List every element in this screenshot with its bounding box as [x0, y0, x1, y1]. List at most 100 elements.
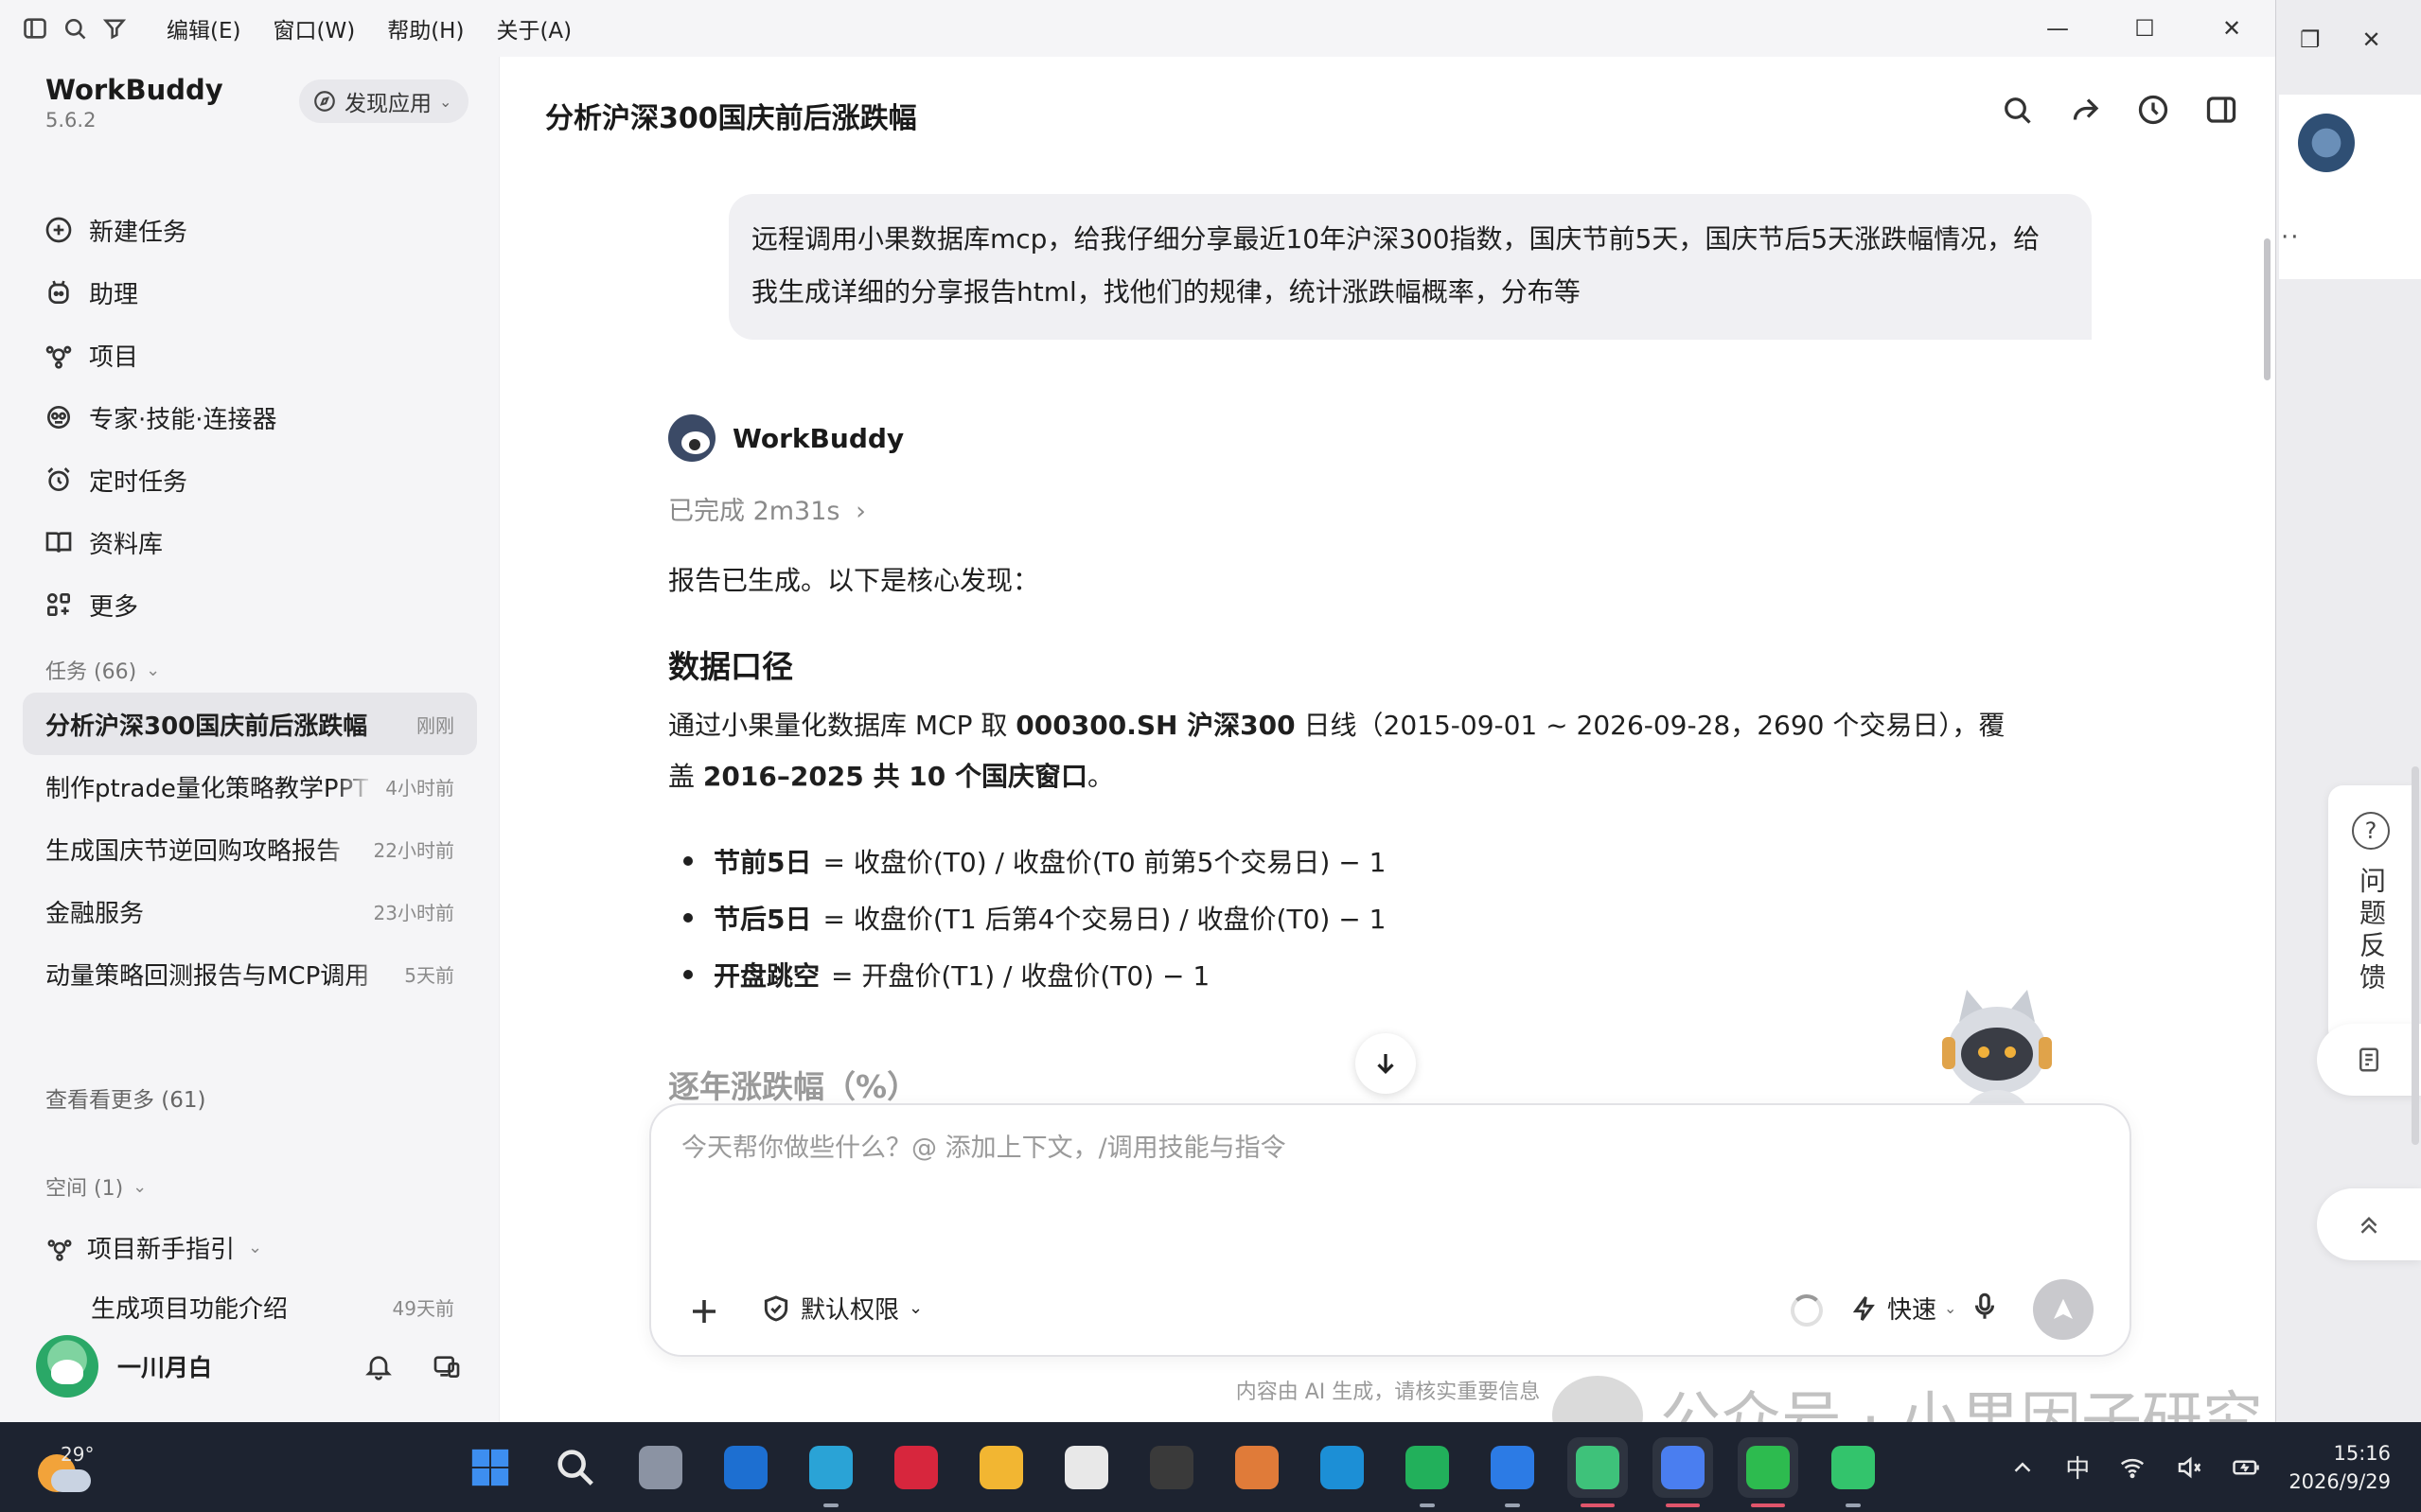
unity-icon[interactable] — [1141, 1437, 1202, 1498]
edge-ai-icon[interactable] — [1312, 1437, 1372, 1498]
microphone-icon — [1974, 1292, 1995, 1319]
nav-more[interactable]: 更多 — [23, 573, 477, 636]
nav-assistant[interactable]: 助理 — [23, 261, 477, 324]
battery-charging-icon[interactable] — [2232, 1453, 2260, 1482]
lightning-icon — [1852, 1295, 1875, 1321]
speed-mode-dropdown[interactable]: 快速 ⌄ — [1849, 1291, 1956, 1326]
notes-button[interactable] — [2317, 1024, 2421, 1096]
close-icon[interactable]: ✕ — [2362, 26, 2381, 53]
avatar[interactable] — [36, 1335, 98, 1398]
paint-icon[interactable] — [1227, 1437, 1287, 1498]
store-icon[interactable] — [1056, 1437, 1117, 1498]
messaging-icon[interactable] — [1397, 1437, 1458, 1507]
data-paragraph: 通过小果量化数据库 MCP 取 000300.SH 沪深300 日线（2015-… — [668, 700, 2012, 802]
filter-icon[interactable] — [97, 10, 133, 46]
see-more-link[interactable]: 查看看更多 (61) — [45, 1081, 206, 1114]
menu-window[interactable]: 窗口(W) — [273, 12, 355, 44]
side-thumbnail-avatar[interactable] — [2298, 114, 2355, 172]
completion-status[interactable]: 已完成 2m31s › — [668, 490, 866, 527]
speaker-muted-icon[interactable] — [2175, 1453, 2203, 1482]
tray-chevron-up-icon[interactable] — [2008, 1453, 2037, 1482]
edge-icon[interactable] — [801, 1437, 861, 1507]
close-button[interactable]: ✕ — [2188, 0, 2275, 57]
search-icon[interactable] — [545, 1437, 606, 1498]
nav-library[interactable]: 资料库 — [23, 511, 477, 573]
task-item[interactable]: 分析沪深300国庆前后涨跌幅 刚刚 — [23, 693, 477, 755]
maximize-button[interactable]: ☐ — [2101, 0, 2188, 57]
project-icon — [47, 1239, 72, 1261]
outlook-icon[interactable] — [716, 1437, 776, 1498]
bell-icon[interactable] — [363, 1351, 394, 1381]
side-scrollbar[interactable] — [2412, 766, 2419, 1145]
speed-label: 快速 — [1887, 1296, 1937, 1325]
wps-icon[interactable] — [886, 1437, 946, 1498]
space-section-header[interactable]: 空间 (1) ⌄ — [45, 1171, 147, 1202]
add-attachment-button[interactable] — [687, 1294, 721, 1328]
minimize-button[interactable]: — — [2014, 0, 2101, 57]
scroll-to-bottom-button[interactable] — [1355, 1033, 1416, 1094]
permission-dropdown[interactable]: 默认权限 ⌄ — [761, 1291, 923, 1326]
more-grid-icon — [46, 593, 70, 616]
task-item[interactable]: 生成国庆节逆回购攻略报告 22小时前 — [23, 818, 477, 880]
double-chevron-up-icon — [2360, 1216, 2377, 1234]
start-icon[interactable] — [460, 1437, 521, 1498]
ime-indicator[interactable]: 中 — [2065, 1450, 2090, 1485]
chevron-down-icon: ⌄ — [1944, 1299, 1957, 1317]
para-text: 。 — [1087, 761, 1114, 792]
scroll-top-button[interactable] — [2317, 1188, 2421, 1260]
nav-label: 项目 — [89, 343, 139, 372]
arrow-down-icon — [1377, 1054, 1394, 1075]
more-dots-icon[interactable]: ·· — [2281, 223, 2301, 252]
restore-icon[interactable]: ❐ — [2300, 26, 2321, 53]
menu-help[interactable]: 帮助(H) — [387, 12, 464, 44]
search-icon[interactable] — [2000, 93, 2034, 127]
menu-about[interactable]: 关于(A) — [496, 12, 572, 44]
task-view-icon[interactable] — [630, 1437, 691, 1498]
nav-scheduled[interactable]: 定时任务 — [23, 448, 477, 511]
wifi-icon[interactable] — [2118, 1453, 2147, 1482]
chevron-down-icon: ⌄ — [133, 1176, 148, 1197]
clock[interactable]: 15:16 2026/9/29 — [2288, 1439, 2391, 1496]
task-item[interactable]: 制作ptrade量化策略教学PPT 4小时前 — [23, 755, 477, 818]
feedback-label: 问题反馈 — [2356, 867, 2387, 995]
sidebar-toggle-icon[interactable] — [17, 10, 53, 46]
scrollbar-thumb[interactable] — [2264, 238, 2271, 380]
history-icon[interactable] — [2136, 93, 2170, 127]
chat-app-icon[interactable] — [1823, 1437, 1883, 1507]
workbuddy-icon[interactable] — [1567, 1437, 1628, 1507]
search-icon[interactable] — [57, 10, 93, 46]
space-project-item[interactable]: 项目新手指引 ⌄ — [45, 1230, 262, 1265]
message-input[interactable] — [681, 1134, 1817, 1163]
window-controls: — ☐ ✕ — [2014, 0, 2275, 57]
chevron-right-icon: › — [856, 497, 866, 526]
nav-project[interactable]: 项目 — [23, 324, 477, 386]
nav-new-task[interactable]: 新建任务 — [23, 199, 477, 261]
nav-list: 新建任务 助理 项目 专家·技能·连接器 定时任务 资料库 更多 — [23, 199, 477, 636]
bullet-icon — [683, 856, 693, 866]
windows-logo-glyph — [471, 1449, 509, 1486]
task-item[interactable]: 动量策略回测报告与MCP调用 5天前 — [23, 942, 477, 1005]
discover-apps-button[interactable]: 发现应用 ⌄ — [299, 79, 469, 123]
share-icon[interactable] — [2068, 93, 2102, 127]
report-intro: 报告已生成。以下是核心发现： — [668, 565, 1040, 596]
sidebar: WorkBuddy 5.6.2 发现应用 ⌄ 新建任务 助理 项目 专家·技能·… — [0, 57, 500, 1422]
device-switch-icon[interactable] — [432, 1351, 462, 1381]
chat-scrollbar[interactable] — [2262, 180, 2271, 1154]
send-button[interactable] — [2033, 1279, 2094, 1340]
microphone-button[interactable] — [1969, 1291, 2001, 1327]
search-app-icon[interactable] — [1652, 1437, 1713, 1507]
file-explorer-icon[interactable] — [971, 1437, 1032, 1498]
message-composer: 默认权限 ⌄ 快速 ⌄ — [649, 1103, 2131, 1357]
panel-toggle-icon[interactable] — [2204, 93, 2238, 127]
wechat-icon[interactable] — [1738, 1437, 1798, 1507]
nav-experts[interactable]: 专家·技能·连接器 — [23, 386, 477, 448]
tasks-section-header[interactable]: 任务 (66) ⌄ — [45, 655, 160, 685]
menu-edit[interactable]: 编辑(E) — [167, 12, 240, 44]
formula-term: 开盘跳空 — [714, 960, 821, 992]
formula-expr: = 收盘价(T0) / 收盘价(T0 前第5个交易日) − 1 — [822, 847, 1387, 878]
task-item[interactable]: 金融服务 23小时前 — [23, 880, 477, 942]
chevron-down-icon: ⌄ — [439, 92, 452, 111]
trading-app-icon[interactable] — [1482, 1437, 1543, 1507]
feedback-button[interactable]: ? 问题反馈 — [2328, 785, 2413, 1045]
bot-avatar — [668, 414, 716, 462]
